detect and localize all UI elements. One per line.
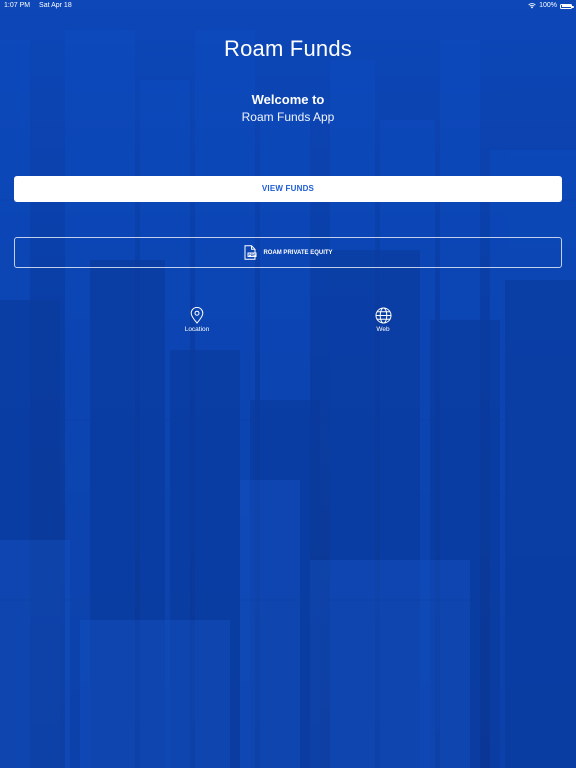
app-logo: Roam Funds: [224, 36, 352, 61]
pdf-document-icon: PDF: [244, 245, 257, 260]
roam-private-equity-button[interactable]: PDF ROAM PRIVATE EQUITY: [14, 237, 562, 268]
status-date: Sat Apr 18: [39, 2, 72, 9]
wifi-icon: [528, 3, 536, 9]
welcome-heading: Welcome to: [251, 92, 325, 107]
web-label: Web: [376, 326, 390, 333]
view-funds-button[interactable]: VIEW FUNDS: [14, 176, 562, 202]
svg-text:PDF: PDF: [249, 253, 257, 257]
map-pin-icon: [190, 307, 204, 324]
location-link[interactable]: Location: [167, 307, 227, 333]
welcome-subtitle: Roam Funds App: [241, 110, 335, 124]
roam-private-equity-label: ROAM PRIVATE EQUITY: [263, 249, 333, 256]
status-time: 1:07 PM: [4, 2, 31, 9]
battery-icon: [560, 3, 574, 9]
view-funds-label: VIEW FUNDS: [261, 184, 315, 193]
battery-percent: 100%: [539, 2, 557, 9]
web-link[interactable]: Web: [353, 307, 413, 333]
status-left: 1:07 PM Sat Apr 18: [4, 0, 79, 12]
status-bar: 1:07 PM Sat Apr 18 100%: [0, 0, 576, 12]
location-label: Location: [184, 326, 210, 333]
status-right: 100%: [528, 0, 574, 12]
globe-icon: [375, 307, 391, 324]
